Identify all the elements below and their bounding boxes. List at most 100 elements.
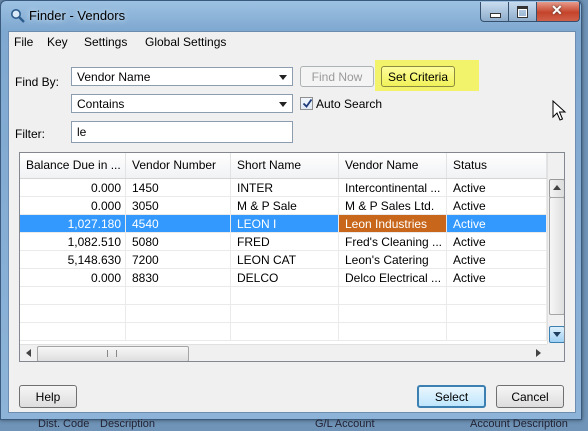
menu-file[interactable]: File (14, 35, 33, 49)
empty-cell (231, 287, 339, 305)
find-by-label: Find By: (15, 75, 60, 89)
empty-cell (447, 323, 547, 341)
cancel-button[interactable]: Cancel (496, 385, 564, 408)
empty-cell (126, 323, 231, 341)
vendor-grid[interactable]: Balance Due in ... Vendor Number Short N… (19, 152, 565, 362)
cell-status: Active (447, 233, 547, 251)
chevron-right-icon[interactable] (536, 349, 541, 357)
operator-value: Contains (77, 97, 125, 111)
mouse-pointer-icon (552, 100, 567, 121)
menu-settings[interactable]: Settings (84, 35, 127, 49)
auto-search-label: Auto Search (316, 97, 383, 111)
finder-window: Finder - Vendors ✕ File Key Settings Glo… (0, 0, 582, 420)
cell-status: Active (447, 215, 547, 233)
empty-row (20, 323, 547, 341)
vertical-scrollbar[interactable] (547, 153, 564, 344)
close-button[interactable]: ✕ (536, 2, 580, 22)
table-row[interactable]: 5,148.630 7200 LEON CAT Leon's Catering Acti… (20, 251, 547, 269)
cell-vendor-name: Leon Industries (339, 215, 447, 233)
chevron-down-icon (553, 332, 561, 337)
background-label-description: Description (100, 418, 156, 430)
cell-short-name: M & P Sale (231, 197, 339, 215)
menu-global-settings[interactable]: Global Settings (145, 35, 226, 49)
minimize-button[interactable] (480, 2, 509, 22)
operator-select[interactable]: Contains (71, 94, 293, 113)
chevron-up-icon (553, 185, 561, 190)
empty-row (20, 305, 547, 323)
cell-vendor-name: M & P Sales Ltd. (339, 197, 447, 215)
table-row[interactable]: 1,027.180 4540 LEON I Leon Industries Active (20, 215, 547, 233)
cell-status: Active (447, 197, 547, 215)
empty-cell (339, 305, 447, 323)
cell-status: Active (447, 269, 547, 287)
horizontal-scrollbar[interactable] (20, 344, 547, 361)
close-icon: ✕ (551, 2, 563, 18)
scroll-corner (547, 344, 564, 361)
set-criteria-button[interactable]: Set Criteria (381, 66, 455, 87)
table-row[interactable]: 1,082.510 5080 FRED Fred's Cleaning ... Acti… (20, 233, 547, 251)
find-now-button[interactable]: Find Now (300, 66, 374, 87)
auto-search-checkbox[interactable] (300, 97, 313, 110)
empty-cell (447, 305, 547, 323)
filter-value: le (77, 125, 87, 139)
table-row[interactable]: 0.000 8830 DELCO Delco Electrical ... Active (20, 269, 547, 287)
maximize-button[interactable] (508, 2, 537, 22)
minimize-icon (490, 13, 501, 18)
find-by-field-value: Vendor Name (77, 70, 151, 84)
background-window-strip: Dist. Code Description G/L Account Accou… (0, 418, 588, 431)
help-button[interactable]: Help (19, 385, 77, 408)
scroll-down-button[interactable] (549, 326, 564, 343)
find-by-field-select[interactable]: Vendor Name (71, 67, 293, 86)
menu-bar: File Key Settings Global Settings (9, 32, 575, 52)
background-label-dist-code: Dist. Code (38, 418, 90, 430)
cell-short-name: FRED (231, 233, 339, 251)
chevron-down-icon (279, 75, 287, 80)
table-row[interactable]: 0.000 1450 INTER Intercontinental ... Active (20, 179, 547, 197)
column-header-vendor-number[interactable]: Vendor Number (126, 153, 231, 178)
column-header-vendor-name[interactable]: Vendor Name (339, 153, 447, 178)
cell-balance: 0.000 (20, 179, 126, 197)
empty-cell (339, 287, 447, 305)
cell-short-name: LEON I (231, 215, 339, 233)
cell-vendor-number: 1450 (126, 179, 231, 197)
scroll-thumb[interactable] (549, 197, 564, 315)
column-header-short-name[interactable]: Short Name (231, 153, 339, 178)
menu-key[interactable]: Key (47, 35, 68, 49)
empty-row (20, 287, 547, 305)
search-icon (11, 9, 25, 23)
cell-balance: 5,148.630 (20, 251, 126, 269)
column-header-status[interactable]: Status (447, 153, 547, 178)
chevron-left-icon[interactable] (26, 349, 31, 357)
select-button[interactable]: Select (417, 385, 486, 408)
checkmark-icon (302, 98, 313, 108)
filter-input[interactable]: le (71, 121, 293, 143)
background-label-account-description: Account Description (470, 418, 568, 430)
chevron-down-icon (279, 102, 287, 107)
cell-status: Active (447, 251, 547, 269)
cell-balance: 1,027.180 (20, 215, 126, 233)
title-bar[interactable]: Finder - Vendors ✕ (1, 1, 581, 31)
empty-cell (126, 305, 231, 323)
scroll-up-button[interactable] (549, 179, 564, 198)
cell-vendor-number: 8830 (126, 269, 231, 287)
scroll-thumb-horizontal[interactable] (37, 346, 189, 361)
column-header-balance[interactable]: Balance Due in ... (20, 153, 126, 178)
cell-short-name: DELCO (231, 269, 339, 287)
dialog-client: File Key Settings Global Settings Find B… (8, 31, 576, 413)
cell-vendor-name: Delco Electrical ... (339, 269, 447, 287)
cell-vendor-name: Fred's Cleaning ... (339, 233, 447, 251)
empty-cell (126, 287, 231, 305)
background-label-gl-account: G/L Account (315, 418, 375, 430)
empty-cell (447, 287, 547, 305)
cell-vendor-number: 3050 (126, 197, 231, 215)
cell-balance: 0.000 (20, 269, 126, 287)
cell-vendor-name: Leon's Catering (339, 251, 447, 269)
cell-vendor-number: 5080 (126, 233, 231, 251)
cell-short-name: INTER (231, 179, 339, 197)
empty-cell (231, 305, 339, 323)
cell-vendor-number: 4540 (126, 215, 231, 233)
empty-cell (339, 323, 447, 341)
cell-balance: 1,082.510 (20, 233, 126, 251)
table-row[interactable]: 0.000 3050 M & P Sale M & P Sales Ltd. Activ… (20, 197, 547, 215)
grip-icon (107, 350, 117, 357)
